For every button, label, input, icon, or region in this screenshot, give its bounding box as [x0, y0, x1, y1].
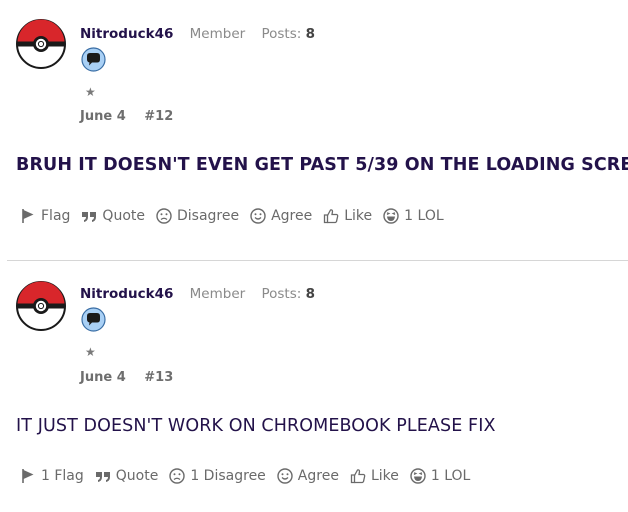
like-button[interactable]: Like: [323, 208, 372, 224]
quote-icon: [95, 472, 110, 482]
disagree-label: 1 Disagree: [190, 468, 266, 484]
star-icon: ★: [85, 345, 96, 359]
quote-label: Quote: [115, 468, 159, 484]
disagree-button[interactable]: 1 Disagree: [169, 468, 266, 484]
agree-label: Agree: [297, 468, 339, 484]
flag-icon: [22, 469, 34, 483]
flag-button[interactable]: 1 Flag: [20, 468, 84, 484]
quote-button[interactable]: Quote: [95, 468, 159, 484]
quote-button[interactable]: Quote: [81, 208, 145, 224]
agree-button[interactable]: Agree: [250, 208, 312, 224]
post-body: BRUH IT DOESN'T EVEN GET PAST 5/39 ON TH…: [16, 155, 628, 175]
agree-button[interactable]: Agree: [277, 468, 339, 484]
post-date[interactable]: June 4: [80, 109, 126, 124]
flag-button[interactable]: Flag: [20, 208, 70, 224]
posts-label: Posts:: [261, 26, 302, 42]
quote-icon: [82, 212, 97, 222]
post-date[interactable]: June 4: [80, 370, 126, 385]
reaction-bar: 1 Flag Quote 1 Disagree Agree Like 1 LOL: [20, 468, 481, 484]
laughing-face-icon: [410, 468, 426, 484]
thumbs-up-icon: [324, 209, 339, 224]
speech-bubble-icon: [81, 47, 106, 72]
post-body: IT JUST DOESN'T WORK ON CHROMEBOOK PLEAS…: [16, 416, 496, 436]
posts-label: Posts:: [261, 286, 302, 302]
frown-icon: [156, 208, 172, 224]
comment-post-13: Nitroduck46 Member Posts: 8 ★ June 4 #13…: [0, 260, 628, 512]
smile-icon: [277, 468, 293, 484]
flag-label: Flag: [41, 208, 71, 224]
frown-icon: [169, 468, 186, 484]
post-meta: June 4 #12: [80, 109, 173, 124]
agree-label: Agree: [271, 208, 313, 224]
star-icon: ★: [85, 85, 96, 99]
speech-bubble-icon: [81, 307, 106, 332]
author-line: Nitroduck46 Member Posts: 8: [80, 286, 315, 304]
username-link[interactable]: Nitroduck46: [80, 286, 173, 302]
like-button[interactable]: Like: [350, 468, 399, 484]
posts-count: 8: [305, 286, 316, 302]
user-role: Member: [189, 26, 246, 42]
user-role: Member: [189, 286, 246, 302]
post-number[interactable]: #13: [144, 370, 173, 385]
reaction-bar: Flag Quote Disagree Agree Like 1 LOL: [20, 208, 455, 224]
lol-button[interactable]: 1 LOL: [410, 468, 470, 484]
disagree-label: Disagree: [176, 208, 240, 224]
pokeball-avatar[interactable]: [16, 281, 66, 331]
quote-label: Quote: [102, 208, 145, 224]
lol-label: 1 LOL: [404, 208, 444, 224]
username-link[interactable]: Nitroduck46: [80, 26, 173, 42]
comment-post-12: Nitroduck46 Member Posts: 8 ★ June 4 #12…: [0, 0, 628, 252]
laughing-face-icon: [383, 208, 399, 224]
disagree-button[interactable]: Disagree: [156, 208, 239, 224]
lol-label: 1 LOL: [430, 468, 471, 484]
posts-count: 8: [305, 26, 316, 42]
lol-button[interactable]: 1 LOL: [383, 208, 444, 224]
author-line: Nitroduck46 Member Posts: 8: [80, 26, 315, 44]
pokeball-avatar[interactable]: [16, 19, 66, 69]
like-label: Like: [344, 208, 373, 224]
like-label: Like: [370, 468, 399, 484]
flag-icon: [22, 209, 34, 223]
smile-icon: [250, 208, 266, 224]
flag-label: 1 Flag: [41, 468, 84, 484]
post-meta: June 4 #13: [80, 370, 173, 385]
thumbs-up-icon: [350, 469, 366, 484]
post-number[interactable]: #12: [144, 109, 173, 124]
